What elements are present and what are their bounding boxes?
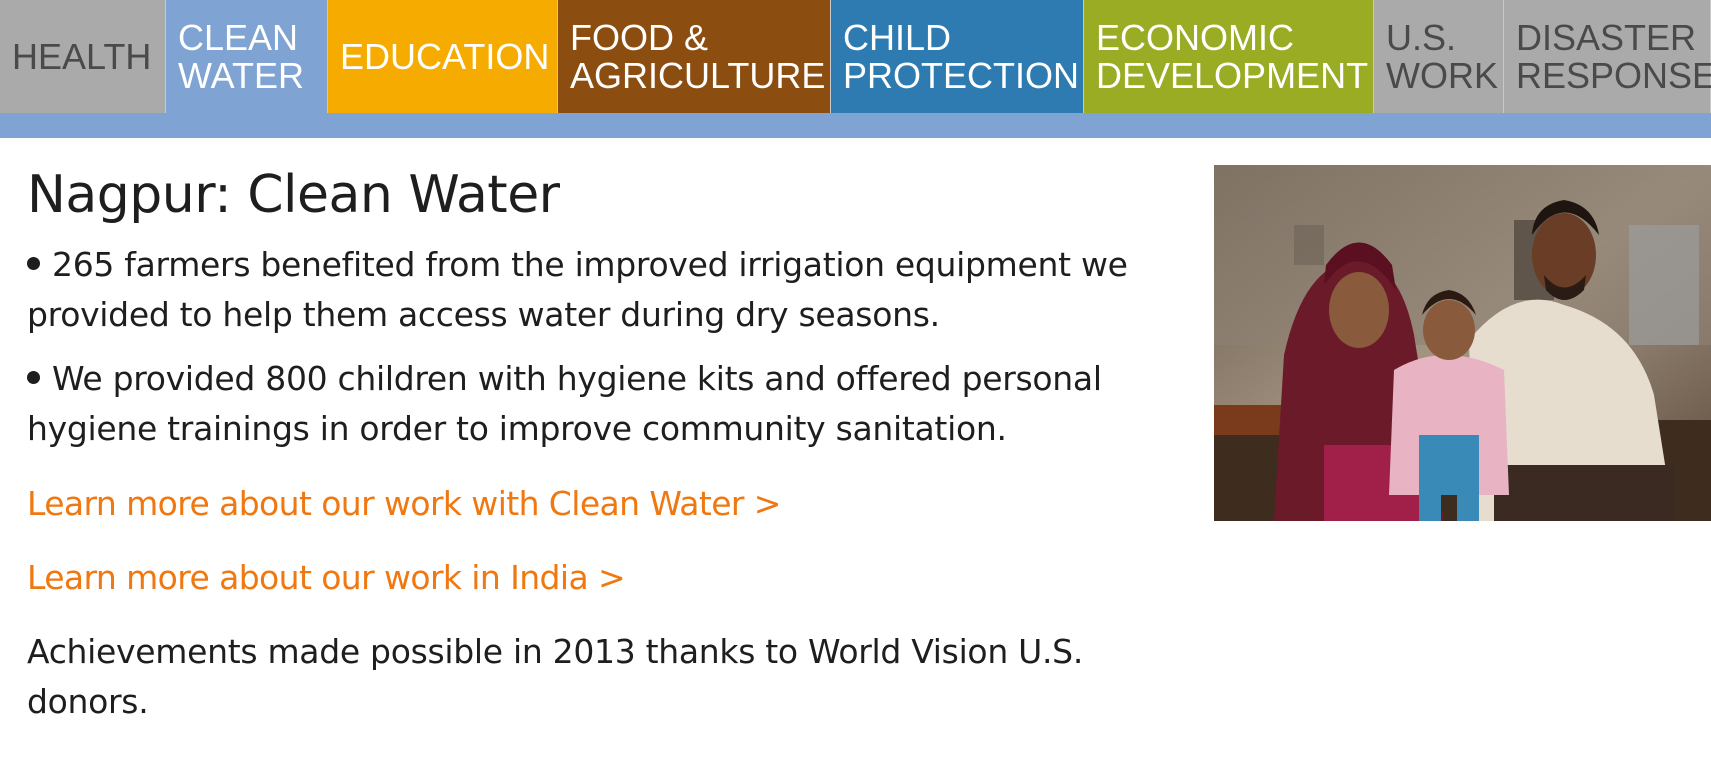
- tab-label: DISASTER RESPONSE: [1516, 16, 1711, 96]
- family-photo: [1214, 165, 1711, 521]
- tab-label: HEALTH: [12, 35, 152, 77]
- tab-disaster-response[interactable]: DISASTER RESPONSE: [1504, 0, 1711, 113]
- achievement-text: We provided 800 children with hygiene ki…: [27, 359, 1102, 448]
- tab-education[interactable]: EDUCATION: [328, 0, 558, 113]
- tab-u-s-work[interactable]: U.S. WORK: [1374, 0, 1504, 113]
- category-tabs: HEALTH CLEAN WATER EDUCATION FOOD & AGRICUL…: [0, 0, 1711, 113]
- tab-label: FOOD & AGRICULTURE: [570, 16, 826, 96]
- tab-health[interactable]: HEALTH: [0, 0, 166, 113]
- tab-economic-development[interactable]: ECONOMIC DEVELOPMENT: [1084, 0, 1374, 113]
- achievement-item: We provided 800 children with hygiene ki…: [27, 354, 1187, 454]
- tab-food-agriculture[interactable]: FOOD & AGRICULTURE: [558, 0, 831, 113]
- bullet-icon: [27, 371, 40, 384]
- tab-clean-water[interactable]: CLEAN WATER: [166, 0, 328, 113]
- tab-label: ECONOMIC DEVELOPMENT: [1096, 16, 1369, 96]
- tab-label: CLEAN WATER: [178, 16, 304, 96]
- page-title: Nagpur: Clean Water: [27, 165, 560, 225]
- active-tab-strip: [0, 113, 1711, 138]
- tab-label: U.S. WORK: [1386, 16, 1498, 96]
- bullet-icon: [27, 257, 40, 270]
- learn-more-clean-water-link[interactable]: Learn more about our work with Clean Wat…: [27, 479, 1187, 529]
- tab-child-protection[interactable]: CHILD PROTECTION: [831, 0, 1084, 113]
- donor-note: Achievements made possible in 2013 thank…: [27, 632, 1084, 721]
- learn-more-india-link[interactable]: Learn more about our work in India >: [27, 553, 1187, 603]
- achievement-text: 265 farmers benefited from the improved …: [27, 245, 1128, 334]
- main-content: Nagpur: Clean Water 265 farmers benefite…: [27, 160, 1187, 760]
- tab-label: CHILD PROTECTION: [843, 16, 1080, 96]
- achievement-item: 265 farmers benefited from the improved …: [27, 240, 1187, 340]
- tab-label: EDUCATION: [340, 35, 550, 77]
- achievement-list: 265 farmers benefited from the improved …: [27, 240, 1187, 454]
- family-photo-icon: [1214, 165, 1711, 521]
